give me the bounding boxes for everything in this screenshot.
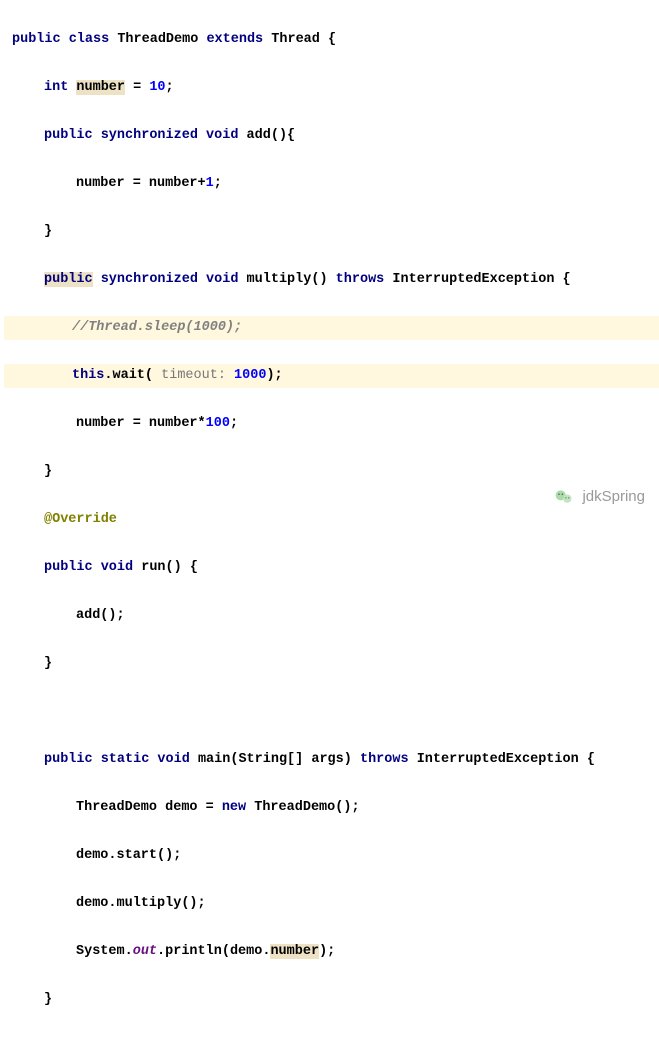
method-name: add (247, 128, 271, 143)
code-line: this.wait( timeout: 1000); (4, 364, 659, 388)
keyword-throws: throws (336, 272, 393, 287)
method-name: run (141, 560, 165, 575)
code-line: add(); (8, 604, 659, 628)
code-line: public static void main(String[] args) t… (8, 748, 659, 772)
keyword-extends: extends (206, 32, 271, 47)
code-line: } (8, 652, 659, 676)
code-line: //Thread.sleep(1000); (4, 316, 659, 340)
keyword-public: public (44, 272, 93, 287)
code-line: ThreadDemo demo = new ThreadDemo(); (8, 796, 659, 820)
inlay-hint: timeout: (153, 368, 234, 383)
number-literal: 10 (149, 80, 165, 95)
comment: //Thread.sleep(1000); (72, 320, 242, 335)
code-line: public void run() { (8, 556, 659, 580)
keyword-int: int (44, 80, 76, 95)
wechat-icon (554, 487, 574, 507)
code-line: } (8, 220, 659, 244)
code-editor: public class ThreadDemo extends Thread {… (0, 0, 659, 1038)
code-line: public class ThreadDemo extends Thread { (8, 28, 659, 52)
keyword-public: public (12, 32, 61, 47)
code-line: demo.multiply(); (8, 892, 659, 916)
keyword-throws: throws (360, 752, 417, 767)
keyword-public: public (44, 128, 93, 143)
code-line: } (8, 1036, 659, 1038)
watermark-text: jdkSpring (582, 485, 645, 509)
keyword-this: this (72, 368, 104, 383)
method-name: main (198, 752, 230, 767)
code-line: int number = 10; (8, 76, 659, 100)
class-name: ThreadDemo (117, 32, 206, 47)
static-field: out (133, 944, 157, 959)
code-line: @Override (8, 508, 659, 532)
method-name: multiply (247, 272, 312, 287)
number-literal: 1000 (234, 368, 266, 383)
code-line: System.out.println(demo.number); (8, 940, 659, 964)
annotation: @Override (44, 512, 117, 527)
code-line-blank (8, 700, 659, 724)
code-line: number = number+1; (8, 172, 659, 196)
code-line: number = number*100; (8, 412, 659, 436)
number-literal: 1 (206, 176, 214, 191)
code-line: demo.start(); (8, 844, 659, 868)
keyword-new: new (222, 800, 254, 815)
super-class: Thread (271, 32, 328, 47)
number-literal: 100 (206, 416, 230, 431)
code-line: public synchronized void add(){ (8, 124, 659, 148)
field-ref: number (270, 944, 319, 959)
code-line: public synchronized void multiply() thro… (8, 268, 659, 292)
code-line: } (8, 460, 659, 484)
code-line: } (8, 988, 659, 1012)
keyword-class: class (61, 32, 118, 47)
field-name: number (76, 80, 125, 95)
watermark: jdkSpring (554, 485, 645, 509)
